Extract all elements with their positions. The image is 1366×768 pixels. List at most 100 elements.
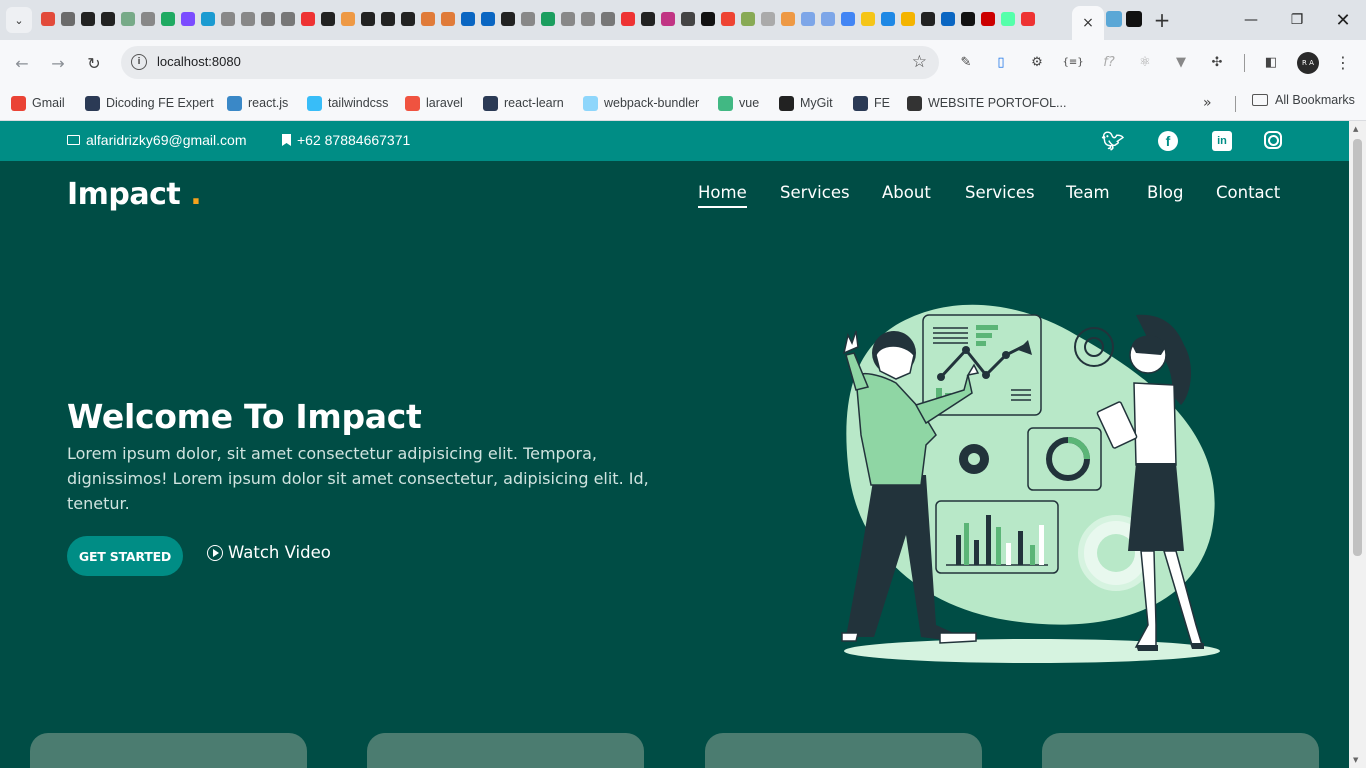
pinned-tab[interactable] bbox=[598, 9, 618, 29]
pinned-tab[interactable] bbox=[478, 9, 498, 29]
pinned-tab[interactable] bbox=[178, 9, 198, 29]
tab-favicon[interactable] bbox=[1106, 11, 1122, 27]
bookmark-item[interactable]: laravel bbox=[405, 93, 463, 113]
side-panel-icon[interactable]: ◧ bbox=[1262, 53, 1280, 71]
bookmark-item[interactable]: FE bbox=[853, 93, 890, 113]
bookmark-item[interactable]: webpack-bundler bbox=[583, 93, 699, 113]
pinned-tab[interactable] bbox=[958, 9, 978, 29]
reload-icon[interactable]: ↻ bbox=[82, 52, 106, 74]
pinned-tab[interactable] bbox=[278, 9, 298, 29]
pinned-tab[interactable] bbox=[818, 9, 838, 29]
pinned-tab[interactable] bbox=[258, 9, 278, 29]
pinned-tab[interactable] bbox=[1018, 9, 1038, 29]
react-devtools-icon[interactable]: ⚛ bbox=[1136, 53, 1154, 71]
pinned-tab[interactable] bbox=[718, 9, 738, 29]
pinned-tab[interactable] bbox=[778, 9, 798, 29]
email-contact[interactable]: alfaridrizky69@gmail.com bbox=[67, 132, 246, 148]
scrollbar-thumb[interactable] bbox=[1353, 139, 1362, 556]
pinned-tab[interactable] bbox=[298, 9, 318, 29]
pinned-tab[interactable] bbox=[798, 9, 818, 29]
facebook-icon[interactable]: f bbox=[1158, 131, 1178, 151]
all-bookmarks-button[interactable]: All Bookmarks bbox=[1252, 93, 1355, 107]
pinned-tab[interactable] bbox=[938, 9, 958, 29]
bookmark-star-icon[interactable]: ☆ bbox=[912, 52, 927, 72]
get-started-button[interactable]: GET STARTED bbox=[67, 536, 183, 576]
eyedropper-icon[interactable]: ✎ bbox=[957, 53, 975, 71]
address-bar[interactable]: i localhost:8080 ☆ bbox=[121, 46, 939, 79]
pinned-tab[interactable] bbox=[878, 9, 898, 29]
chevron-double-right-icon[interactable]: » bbox=[1203, 95, 1212, 111]
pinned-tab[interactable] bbox=[78, 9, 98, 29]
pinned-tab[interactable] bbox=[218, 9, 238, 29]
pinned-tab[interactable] bbox=[758, 9, 778, 29]
bookmark-item[interactable]: Dicoding FE Expert bbox=[85, 93, 214, 113]
menu-kebab-icon[interactable]: ⋮ bbox=[1334, 53, 1352, 72]
pinned-tab[interactable] bbox=[158, 9, 178, 29]
phone-text[interactable]: +62 87884667371 bbox=[297, 132, 410, 148]
page-scrollbar[interactable]: ▲ ▼ bbox=[1349, 121, 1366, 768]
pinned-tab[interactable] bbox=[378, 9, 398, 29]
font-extension-icon[interactable]: f? bbox=[1100, 53, 1118, 71]
pinned-tab[interactable] bbox=[118, 9, 138, 29]
bookmark-item[interactable]: Gmail bbox=[11, 93, 65, 113]
phone-contact[interactable]: +62 87884667371 bbox=[282, 132, 410, 148]
profile-avatar[interactable]: R A bbox=[1297, 52, 1319, 74]
pinned-tab[interactable] bbox=[438, 9, 458, 29]
pinned-tab[interactable] bbox=[198, 9, 218, 29]
pinned-tab[interactable] bbox=[338, 9, 358, 29]
bookmark-item[interactable]: react.js bbox=[227, 93, 288, 113]
nav-link-team[interactable]: Team bbox=[1066, 183, 1110, 206]
nav-link-blog[interactable]: Blog bbox=[1147, 183, 1183, 206]
pinned-tab[interactable] bbox=[578, 9, 598, 29]
pinned-tab[interactable] bbox=[538, 9, 558, 29]
pinned-tab[interactable] bbox=[618, 9, 638, 29]
scroll-up-icon[interactable]: ▲ bbox=[1353, 125, 1358, 133]
active-tab[interactable]: × bbox=[1072, 6, 1104, 40]
url-text[interactable]: localhost:8080 bbox=[157, 54, 241, 69]
pinned-tab[interactable] bbox=[38, 9, 58, 29]
pinned-tab[interactable] bbox=[558, 9, 578, 29]
nav-link-services-2[interactable]: Services bbox=[965, 183, 1035, 206]
pinned-tab[interactable] bbox=[918, 9, 938, 29]
pinned-tab[interactable] bbox=[238, 9, 258, 29]
site-info-icon[interactable]: i bbox=[131, 54, 147, 70]
close-icon[interactable]: × bbox=[1082, 15, 1094, 31]
pinned-tab[interactable] bbox=[658, 9, 678, 29]
nav-link-contact[interactable]: Contact bbox=[1216, 183, 1280, 206]
bookmark-item[interactable]: MyGit bbox=[779, 93, 833, 113]
pinned-tab[interactable] bbox=[738, 9, 758, 29]
extension-icon[interactable]: ▯ bbox=[992, 53, 1010, 71]
back-icon[interactable]: ← bbox=[10, 52, 34, 74]
pinned-tab[interactable] bbox=[98, 9, 118, 29]
pinned-tab[interactable] bbox=[638, 9, 658, 29]
pinned-tab[interactable] bbox=[698, 9, 718, 29]
restore-icon[interactable]: ❐ bbox=[1282, 8, 1312, 32]
nav-link-services[interactable]: Services bbox=[780, 183, 850, 206]
linkedin-icon[interactable]: in bbox=[1212, 131, 1232, 151]
vue-devtools-icon[interactable]: ▼ bbox=[1172, 53, 1190, 71]
bookmark-item[interactable]: react-learn bbox=[483, 93, 564, 113]
pinned-tab[interactable] bbox=[358, 9, 378, 29]
minimize-icon[interactable]: — bbox=[1236, 8, 1266, 32]
new-tab-button[interactable]: + bbox=[1150, 8, 1174, 32]
email-text[interactable]: alfaridrizky69@gmail.com bbox=[86, 132, 246, 148]
pinned-tab[interactable] bbox=[838, 9, 858, 29]
extension-icon[interactable]: ⚙ bbox=[1028, 53, 1046, 71]
pinned-tab[interactable] bbox=[898, 9, 918, 29]
pinned-tab[interactable] bbox=[138, 9, 158, 29]
bookmark-item[interactable]: tailwindcss bbox=[307, 93, 388, 113]
pinned-tab[interactable] bbox=[498, 9, 518, 29]
pinned-tab[interactable] bbox=[678, 9, 698, 29]
pinned-tab[interactable] bbox=[978, 9, 998, 29]
instagram-icon[interactable] bbox=[1264, 131, 1282, 149]
nav-link-about[interactable]: About bbox=[882, 183, 931, 206]
close-window-icon[interactable]: ✕ bbox=[1328, 8, 1358, 32]
scroll-down-icon[interactable]: ▼ bbox=[1353, 756, 1358, 764]
pinned-tab[interactable] bbox=[858, 9, 878, 29]
forward-icon[interactable]: → bbox=[46, 52, 70, 74]
pinned-tab[interactable] bbox=[418, 9, 438, 29]
tab-search-button[interactable]: ⌄ bbox=[6, 7, 32, 33]
nav-link-home[interactable]: Home bbox=[698, 183, 747, 208]
pinned-tab[interactable] bbox=[998, 9, 1018, 29]
bookmark-item[interactable]: vue bbox=[718, 93, 759, 113]
